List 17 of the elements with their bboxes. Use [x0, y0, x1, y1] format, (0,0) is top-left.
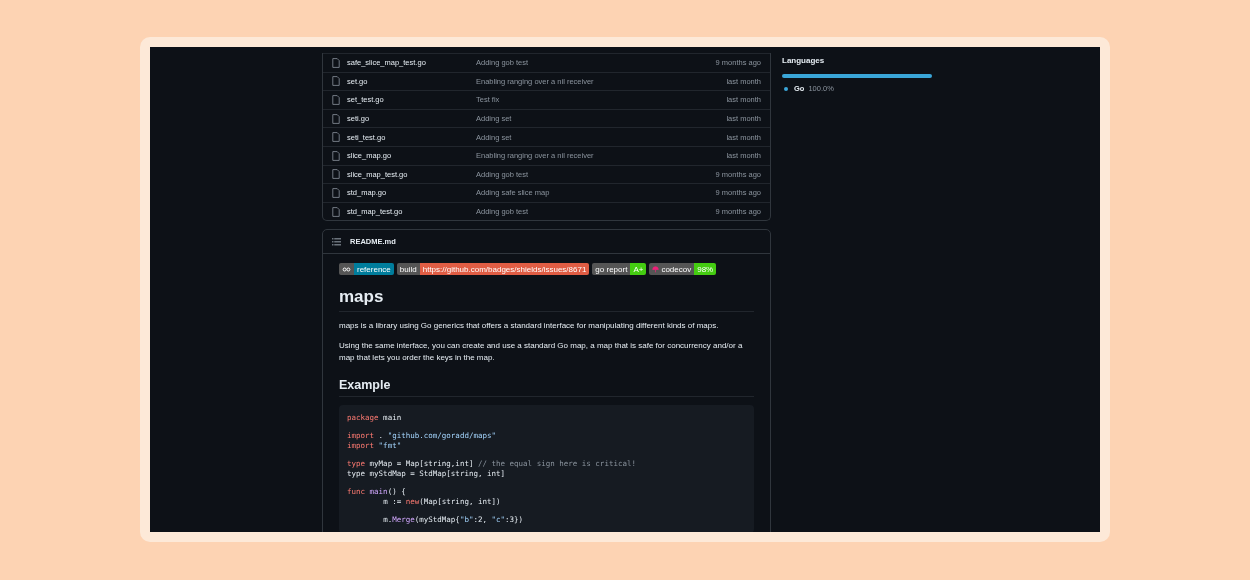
umbrella-icon — [652, 265, 660, 273]
link-icon — [342, 266, 351, 272]
file-icon — [332, 132, 340, 143]
file-icon — [332, 187, 340, 198]
languages-heading: Languages — [782, 56, 826, 65]
file-icon — [332, 206, 340, 217]
readme-paragraph: maps is a library using Go generics that offers a standard interface for manipulating different kinds of maps. — [339, 320, 720, 333]
readme-paragraph: Using the same interface, you can create and use a standard Go map, a map that is safe for concurrency and/or a map that lets you order the keys in the map. — [339, 340, 744, 365]
file-icon — [332, 57, 340, 68]
section-heading: Example — [339, 378, 754, 398]
file-icon — [332, 169, 340, 180]
readme-title: maps — [339, 287, 754, 313]
file-icon — [332, 95, 340, 105]
file-icon — [332, 150, 340, 161]
file-icon — [332, 113, 340, 124]
list-icon[interactable] — [332, 237, 341, 246]
file-icon — [332, 76, 340, 87]
